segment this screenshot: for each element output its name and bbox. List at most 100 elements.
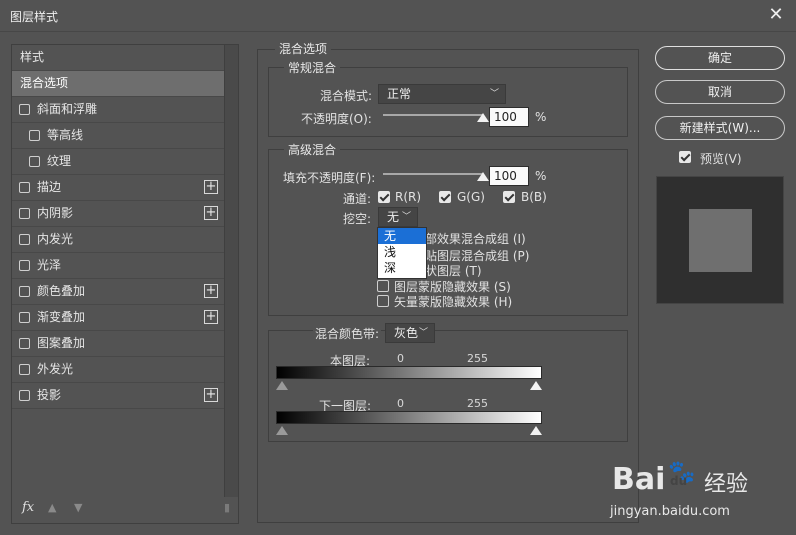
opacity-label: 不透明度(O): xyxy=(301,112,372,126)
channels-label: 通道: xyxy=(343,192,372,206)
blend-if-value: 灰色 xyxy=(394,326,419,340)
style-item-checkbox[interactable] xyxy=(19,312,30,323)
styles-panel: 样式 混合选项斜面和浮雕等高线 纹理 描边 + 内阴影 + 内发光光泽颜色叠加 + 渐变叠加 + 图… xyxy=(11,44,239,524)
blend-if-label: 混合颜色带: xyxy=(313,325,382,342)
style-item-checkbox[interactable] xyxy=(29,130,40,141)
style-item-label: 投影 xyxy=(37,388,62,402)
fill-opacity-slider[interactable] xyxy=(383,173,483,175)
blend-interior-label: 部效果混合成组 (I) xyxy=(425,232,526,246)
style-item-label: 图案叠加 xyxy=(37,336,86,350)
fx-icon[interactable]: fx xyxy=(22,500,34,515)
style-item-checkbox[interactable] xyxy=(19,338,30,349)
style-item-label: 内发光 xyxy=(37,232,74,246)
this-layer-min: 0 xyxy=(397,352,404,365)
style-preview xyxy=(656,176,784,304)
underlying-layer-black-thumb[interactable] xyxy=(276,426,288,435)
style-item-checkbox[interactable] xyxy=(29,156,40,167)
blend-mode-select[interactable]: 正常 ﹀ xyxy=(378,84,506,104)
style-item[interactable]: 渐变叠加 + xyxy=(12,305,224,331)
blend-options-title: 混合选项 xyxy=(275,40,332,57)
knockout-option-none[interactable]: 无 xyxy=(378,228,426,244)
style-item-checkbox[interactable] xyxy=(19,208,30,219)
style-item-checkbox[interactable] xyxy=(19,260,30,271)
chevron-down-icon: ﹀ xyxy=(418,328,428,338)
underlying-layer-white-thumb[interactable] xyxy=(530,426,542,435)
ok-button[interactable]: 确定 xyxy=(655,46,785,70)
style-item-label: 斜面和浮雕 xyxy=(37,102,98,116)
style-item[interactable]: 颜色叠加 + xyxy=(12,279,224,305)
add-icon[interactable]: + xyxy=(204,284,218,298)
close-icon[interactable]: ✕ xyxy=(766,5,786,25)
this-layer-white-thumb[interactable] xyxy=(530,381,542,390)
style-item[interactable]: 纹理 xyxy=(12,149,224,175)
styles-header[interactable]: 样式 xyxy=(12,45,224,71)
opacity-input[interactable]: 100 xyxy=(489,107,529,127)
layer-mask-hides-checkbox[interactable] xyxy=(377,280,389,292)
blend-if-select[interactable]: 灰色 ﹀ xyxy=(385,323,435,343)
move-down-icon[interactable]: ▼ xyxy=(74,501,82,514)
opacity-slider[interactable] xyxy=(383,114,483,116)
transparency-shapes-label: 状图层 (T) xyxy=(425,264,482,278)
this-layer-black-thumb[interactable] xyxy=(276,381,288,390)
style-item-checkbox[interactable] xyxy=(19,364,30,375)
chevron-down-icon: ﹀ xyxy=(489,89,499,99)
style-item-label: 渐变叠加 xyxy=(37,310,86,324)
underlying-layer-gradient xyxy=(276,411,542,424)
underlying-layer-min: 0 xyxy=(397,397,404,410)
style-item-checkbox[interactable] xyxy=(19,234,30,245)
fill-opacity-input[interactable]: 100 xyxy=(489,166,529,186)
cancel-button[interactable]: 取消 xyxy=(655,80,785,104)
add-icon[interactable]: + xyxy=(204,310,218,324)
style-item[interactable]: 内阴影 + xyxy=(12,201,224,227)
general-blending-title: 常规混合 xyxy=(284,59,341,76)
channel-r-checkbox[interactable] xyxy=(378,191,390,203)
style-item-checkbox[interactable] xyxy=(19,390,30,401)
style-item-checkbox[interactable] xyxy=(19,104,30,115)
blend-if-group xyxy=(268,330,628,442)
style-item-checkbox[interactable] xyxy=(19,182,30,193)
style-item-checkbox[interactable] xyxy=(19,286,30,297)
add-icon[interactable]: + xyxy=(204,206,218,220)
styles-list: 样式 混合选项斜面和浮雕等高线 纹理 描边 + 内阴影 + 内发光光泽颜色叠加 + 渐变叠加 + 图… xyxy=(12,45,224,409)
style-item[interactable]: 描边 + xyxy=(12,175,224,201)
style-item[interactable]: 斜面和浮雕 xyxy=(12,97,224,123)
watermark-du: du xyxy=(670,474,688,488)
baidu-watermark: Bai 🐾 du 经验 jingyan.baidu.com xyxy=(610,460,790,530)
style-item[interactable]: 光泽 xyxy=(12,253,224,279)
blend-mode-value: 正常 xyxy=(387,87,412,101)
this-layer-gradient xyxy=(276,366,542,379)
fill-opacity-slider-thumb[interactable] xyxy=(477,172,489,181)
style-item-label: 颜色叠加 xyxy=(37,284,86,298)
vector-mask-hides-checkbox[interactable] xyxy=(377,295,389,307)
watermark-brand: Bai xyxy=(612,462,666,497)
style-item[interactable]: 图案叠加 xyxy=(12,331,224,357)
style-item[interactable]: 等高线 xyxy=(12,123,224,149)
trash-icon[interactable]: ▮ xyxy=(224,501,230,514)
style-item[interactable]: 外发光 xyxy=(12,357,224,383)
knockout-select[interactable]: 无 ﹀ xyxy=(378,207,418,227)
knockout-option-shallow[interactable]: 浅 xyxy=(378,244,426,260)
style-item[interactable]: 混合选项 xyxy=(12,71,224,97)
channel-g-checkbox[interactable] xyxy=(439,191,451,203)
vector-mask-hides-label: 矢量蒙版隐藏效果 (H) xyxy=(394,295,513,309)
style-item-label: 光泽 xyxy=(37,258,62,272)
channel-b-label: B(B) xyxy=(521,190,547,204)
style-item[interactable]: 投影 + xyxy=(12,383,224,409)
style-item[interactable]: 内发光 xyxy=(12,227,224,253)
style-item-label: 内阴影 xyxy=(37,206,74,220)
move-up-icon[interactable]: ▲ xyxy=(48,501,56,514)
add-icon[interactable]: + xyxy=(204,388,218,402)
opacity-slider-thumb[interactable] xyxy=(477,113,489,122)
knockout-option-deep[interactable]: 深 xyxy=(378,260,426,276)
new-style-button[interactable]: 新建样式(W)... xyxy=(655,116,785,140)
channel-b-checkbox[interactable] xyxy=(503,191,515,203)
add-icon[interactable]: + xyxy=(204,180,218,194)
chevron-down-icon: ﹀ xyxy=(401,212,411,222)
styles-footer: fx ▲ ▼ ▮ xyxy=(12,495,238,523)
advanced-blending-title: 高级混合 xyxy=(284,141,341,158)
knockout-dropdown[interactable]: 无 浅 深 xyxy=(377,227,427,279)
knockout-value: 无 xyxy=(387,210,400,224)
styles-scrollbar[interactable] xyxy=(224,45,238,497)
preview-checkbox[interactable] xyxy=(679,151,691,163)
blend-mode-label: 混合模式: xyxy=(320,89,373,103)
